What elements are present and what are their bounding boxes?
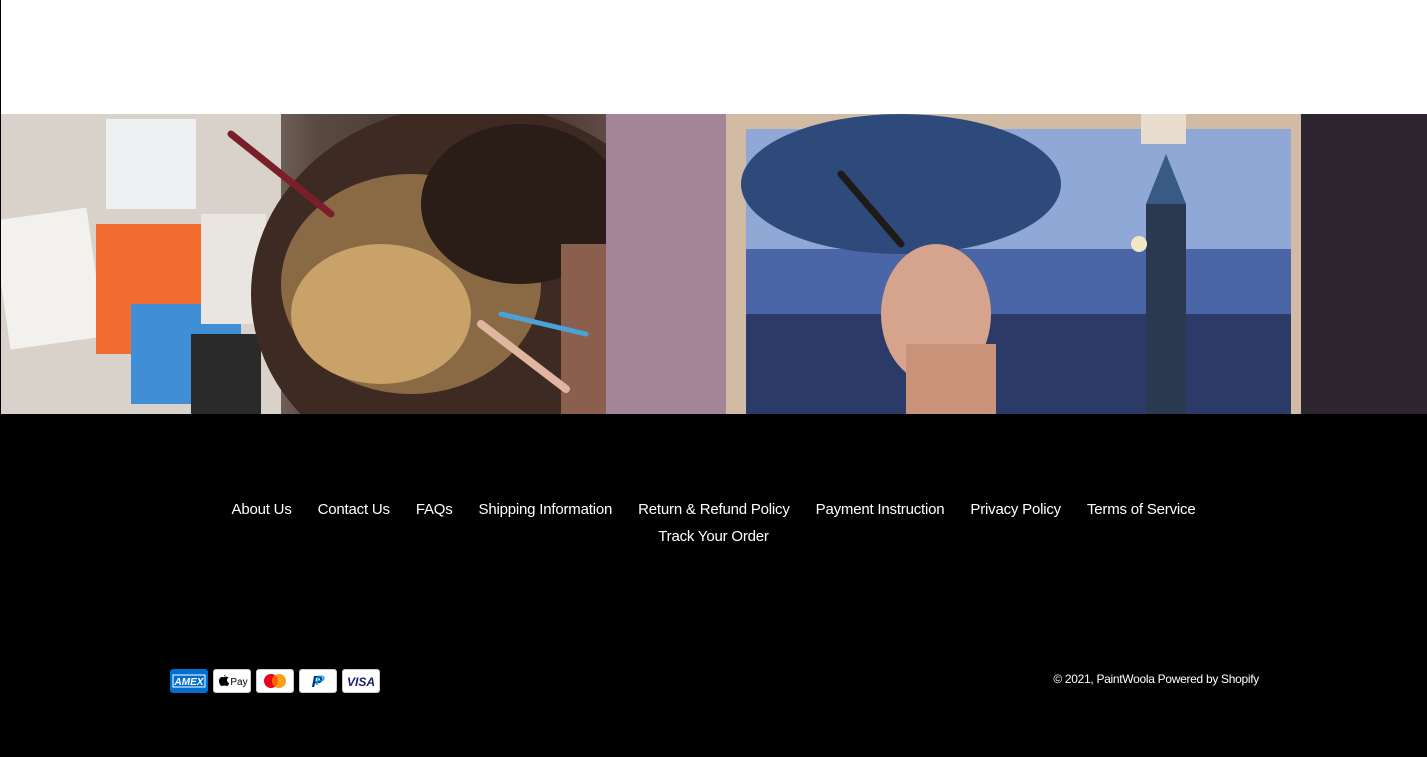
footer-link-privacy-policy[interactable]: Privacy Policy	[970, 501, 1061, 518]
site-footer: About Us Contact Us FAQs Shipping Informati…	[0, 414, 1427, 757]
copyright-prefix: © 2021,	[1053, 672, 1097, 686]
footer-link-about-us[interactable]: About Us	[232, 501, 292, 518]
footer-nav-row: Track Your Order	[0, 523, 1427, 550]
svg-text:VISA: VISA	[347, 675, 375, 688]
footer-link-payment-instruction[interactable]: Payment Instruction	[816, 501, 945, 518]
footer-link-track-your-order[interactable]: Track Your Order	[658, 528, 769, 545]
svg-text:Pay: Pay	[230, 677, 247, 688]
paypal-icon: PP	[299, 669, 337, 693]
visa-icon: VISA	[342, 669, 380, 693]
footer-link-terms-of-service[interactable]: Terms of Service	[1087, 501, 1196, 518]
apple-pay-icon: Pay	[213, 669, 251, 693]
footer-link-shipping-information[interactable]: Shipping Information	[479, 501, 613, 518]
svg-text:AMEX: AMEX	[174, 677, 205, 688]
header-area	[0, 0, 1427, 114]
footer-nav: About Us Contact Us FAQs Shipping Informati…	[0, 496, 1427, 550]
copyright: © 2021, PaintWoola Powered by Shopify	[1053, 672, 1259, 686]
footer-link-contact-us[interactable]: Contact Us	[318, 501, 390, 518]
footer-nav-row: About Us Contact Us FAQs Shipping Informati…	[0, 496, 1427, 523]
page: About Us Contact Us FAQs Shipping Informati…	[0, 0, 1427, 757]
mastercard-icon	[256, 669, 294, 693]
svg-text:P: P	[315, 672, 325, 688]
hero-image	[1, 114, 1427, 414]
powered-by-shopify-link[interactable]: Powered by Shopify	[1158, 672, 1260, 686]
footer-link-return-refund-policy[interactable]: Return & Refund Policy	[638, 501, 790, 518]
store-name-link[interactable]: PaintWoola	[1096, 672, 1154, 686]
amex-icon: AMEX	[170, 669, 208, 693]
payment-methods: AMEX Pay P P VISA	[170, 669, 380, 693]
footer-link-faqs[interactable]: FAQs	[416, 501, 453, 518]
